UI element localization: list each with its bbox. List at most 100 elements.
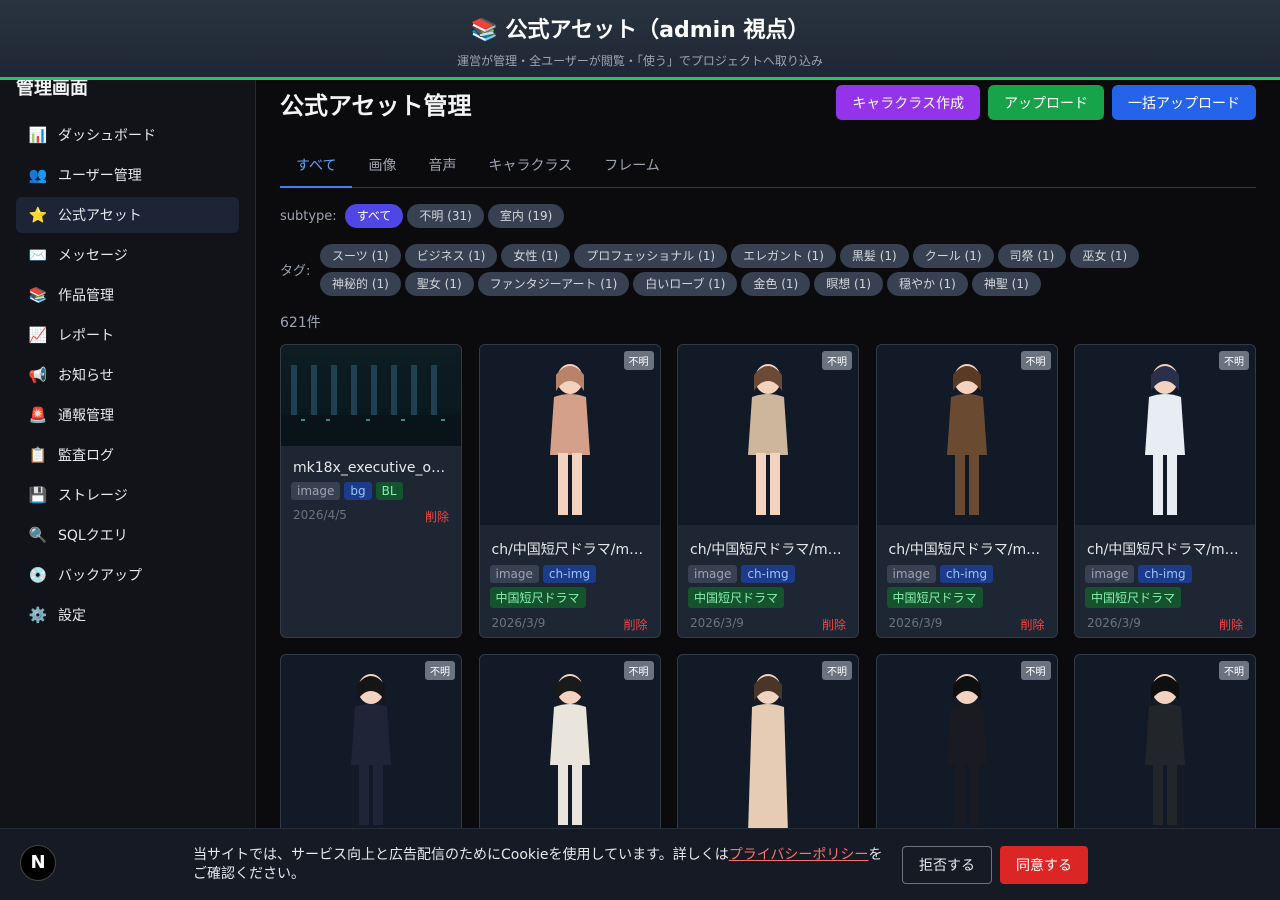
subtype-chip-indoor[interactable]: 室内 (19) [487, 204, 565, 228]
asset-tabs: すべて 画像 音声 キャラクラス フレーム [280, 148, 1256, 188]
asset-card[interactable]: 不明 ch/中国短尺ドラマ/mk18x_hoodie_girlimagech-im… [478, 344, 661, 638]
tag-chip[interactable]: 巫女 (1) [1070, 244, 1140, 268]
tab-character-class[interactable]: キャラクラス [472, 148, 588, 188]
asset-tag-pill: image [489, 565, 539, 583]
result-count: 621件 [280, 315, 321, 331]
asset-card[interactable]: 不明 ch/中国短尺ドラマ/mk18x_baristaimagech-img 中国短… [875, 344, 1058, 638]
tag-chip[interactable]: エレガント (1) [731, 244, 836, 268]
tag-chip[interactable]: 金色 (1) [741, 272, 811, 296]
character-thumbnail: 不明 [876, 345, 1057, 525]
character-thumbnail: 不明 [678, 345, 858, 525]
search-icon: 🔍 [28, 526, 48, 544]
privacy-policy-link[interactable]: プライバシーポリシー [729, 847, 869, 863]
chart-icon: 📊 [28, 126, 48, 144]
tag-chip[interactable]: 女性 (1) [501, 244, 571, 268]
delete-link[interactable]: 削除 [822, 616, 846, 633]
tag-chip[interactable]: スーツ (1) [320, 244, 401, 268]
asset-card[interactable]: 不明 [280, 654, 462, 854]
asset-card[interactable]: 不明 ch/中国短尺ドラマ/mk18x_doctorimagech-img 中国短尺… [1074, 344, 1256, 638]
delete-link[interactable]: 削除 [425, 508, 449, 525]
sidebar-item-notices[interactable]: 📢 お知らせ [16, 357, 239, 393]
tag-chip[interactable]: プロフェッショナル (1) [574, 244, 728, 268]
asset-name: ch/中国短尺ドラマ/mk18x_hoodie_girl [491, 542, 660, 558]
sidebar-item-reports-abuse[interactable]: 🚨 通報管理 [16, 397, 239, 433]
asset-tag-pill: 中国短尺ドラマ [1085, 587, 1182, 608]
banner-title: 📚 公式アセット（admin 視点） [470, 18, 810, 43]
star-icon: ⭐ [28, 206, 48, 224]
asset-tag-pill: ch-img [542, 565, 597, 583]
sidebar-item-messages[interactable]: ✉️ メッセージ [16, 237, 239, 273]
sidebar-item-label: 作品管理 [58, 288, 114, 304]
subtype-badge: 不明 [1020, 661, 1051, 680]
tag-chip[interactable]: 神秘的 (1) [320, 272, 401, 296]
sidebar-item-storage[interactable]: 💾 ストレージ [16, 477, 239, 513]
sidebar-item-works[interactable]: 📚 作品管理 [16, 277, 239, 313]
asset-tag-pill: 中国短尺ドラマ [688, 587, 785, 608]
banner-subtitle: 運営が管理・全ユーザーが閲覧・「使う」でプロジェクトへ取り込み [457, 54, 823, 68]
subtype-chip-unknown[interactable]: 不明 (31) [407, 204, 484, 228]
tag-chip[interactable]: 神聖 (1) [971, 272, 1041, 296]
sidebar-item-official-assets[interactable]: ⭐ 公式アセット [16, 197, 239, 233]
sidebar: 管理画面 📊 ダッシュボード 👥 ユーザー管理 ⭐ 公式アセット ✉️ メッセージ 📚 作品管理 📈… [0, 78, 256, 900]
asset-name: ch/中国短尺ドラマ/mk18x_barista [888, 542, 1057, 558]
tab-frame[interactable]: フレーム [588, 148, 676, 188]
sidebar-item-label: 公式アセット [58, 208, 142, 224]
sidebar-item-label: レポート [58, 328, 114, 344]
sidebar-item-settings[interactable]: ⚙️ 設定 [16, 597, 239, 633]
tab-audio[interactable]: 音声 [412, 148, 472, 188]
subtype-badge: 不明 [425, 661, 455, 680]
asset-tag-pill: ch-img [939, 565, 994, 583]
asset-tag-pill: image [1085, 565, 1135, 583]
sidebar-item-label: SQLクエリ [58, 528, 128, 544]
tag-chip[interactable]: 司祭 (1) [997, 244, 1067, 268]
page-title: 公式アセット管理 [280, 92, 472, 120]
asset-card[interactable]: 不明 [677, 654, 859, 854]
delete-link[interactable]: 削除 [623, 616, 647, 633]
gear-icon: ⚙️ [28, 606, 48, 624]
tag-chip[interactable]: ファンタジーアート (1) [477, 272, 630, 296]
upload-button[interactable]: アップロード [988, 85, 1104, 120]
sidebar-item-sql-query[interactable]: 🔍 SQLクエリ [16, 517, 239, 553]
cookie-text: 当サイトでは、サービス向上と広告配信のためにCookieを使用しています。詳しく… [193, 847, 883, 882]
tag-chip[interactable]: 黒髪 (1) [839, 244, 909, 268]
tab-all[interactable]: すべて [280, 148, 353, 188]
asset-name: ch/中国短尺ドラマ/mk18x_school_girl [690, 542, 858, 558]
asset-card[interactable]: 不明 ch/中国短尺ドラマ/mk18x_school_girlimagech-im… [677, 344, 859, 638]
tag-chip[interactable]: クール (1) [912, 244, 994, 268]
asset-tag-pill: bg [344, 482, 372, 500]
night-office-thumbnail [281, 345, 461, 446]
sidebar-item-audit-log[interactable]: 📋 監査ログ [16, 437, 239, 473]
subtype-badge: 不明 [1219, 351, 1249, 370]
bulk-upload-button[interactable]: 一括アップロード [1112, 85, 1256, 120]
tag-chip[interactable]: 穏やか (1) [887, 272, 968, 296]
create-character-class-button[interactable]: キャラクラス作成 [836, 85, 980, 120]
sidebar-item-dashboard[interactable]: 📊 ダッシュボード [16, 117, 239, 153]
asset-card[interactable]: mk18x_executive_office_nightimagebgBL 202… [280, 344, 462, 638]
sidebar-heading: 管理画面 [16, 78, 88, 99]
sidebar-item-users[interactable]: 👥 ユーザー管理 [16, 157, 239, 193]
tag-chip[interactable]: 瞑想 (1) [814, 272, 884, 296]
asset-card[interactable]: 不明 [1074, 654, 1256, 854]
asset-date: 2026/3/9 [491, 616, 546, 630]
asset-date: 2026/3/9 [1087, 616, 1141, 630]
sidebar-item-reports[interactable]: 📈 レポート [16, 317, 239, 353]
cd-icon: 💿 [28, 566, 48, 584]
subtype-chip-all[interactable]: すべて [344, 204, 404, 228]
tag-label: タグ: [280, 264, 311, 279]
subtype-badge: 不明 [822, 351, 852, 370]
sidebar-item-backup[interactable]: 💿 バックアップ [16, 557, 239, 593]
tag-chip[interactable]: 聖女 (1) [404, 272, 474, 296]
asset-date: 2026/3/9 [888, 616, 943, 630]
tag-chip[interactable]: 白いローブ (1) [633, 272, 738, 296]
asset-tag-pill: ch-img [1138, 565, 1192, 583]
delete-link[interactable]: 削除 [1020, 616, 1044, 633]
sidebar-item-label: 監査ログ [58, 448, 114, 464]
reject-button[interactable]: 拒否する [902, 846, 992, 884]
accept-button[interactable]: 同意する [1000, 846, 1088, 884]
character-thumbnail: 不明 [281, 655, 461, 835]
asset-card[interactable]: 不明 [478, 654, 661, 854]
tag-chip[interactable]: ビジネス (1) [404, 244, 498, 268]
asset-card[interactable]: 不明 [875, 654, 1058, 854]
delete-link[interactable]: 削除 [1219, 616, 1243, 633]
tab-images[interactable]: 画像 [352, 148, 412, 188]
